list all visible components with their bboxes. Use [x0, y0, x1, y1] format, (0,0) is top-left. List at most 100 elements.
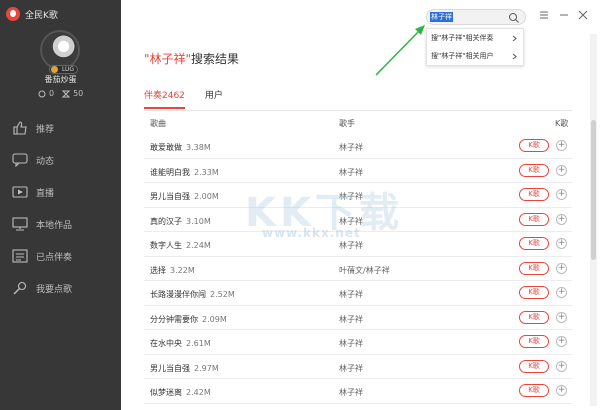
sidebar-item-request-song[interactable]: 我要点歌: [0, 272, 121, 304]
minimize-icon[interactable]: [558, 9, 570, 21]
result-tabs: 伴奏2462 用户: [144, 88, 223, 109]
sidebar-item-ordered[interactable]: 已点伴奏: [0, 240, 121, 272]
table-row[interactable]: 男儿当自强 2.97M 林子祥 K歌 +: [144, 355, 572, 379]
sidebar-item-label: 推荐: [36, 124, 55, 135]
song-title[interactable]: 谁能明白我 2.33M: [150, 167, 219, 178]
sidebar-item-label: 已点伴奏: [36, 252, 73, 263]
song-list: 敢爱敢做 3.38M 林子祥 K歌 + 谁能明白我 2.33M 林子祥 K歌 + 男儿当自强 2.00…: [144, 134, 572, 404]
song-title[interactable]: 敢爱敢做 3.38M: [150, 142, 211, 153]
close-icon[interactable]: [577, 9, 589, 21]
add-icon[interactable]: +: [556, 336, 567, 347]
sing-button[interactable]: K歌: [519, 359, 549, 373]
table-row[interactable]: 选择 3.22M 叶蒨文/林子祥 K歌 +: [144, 257, 572, 281]
singer-name[interactable]: 林子祥: [339, 167, 363, 178]
table-row[interactable]: 在水中央 2.61M 林子祥 K歌 +: [144, 330, 572, 355]
add-icon[interactable]: +: [556, 238, 567, 249]
sing-button[interactable]: K歌: [519, 384, 549, 397]
singer-name[interactable]: 林子祥: [339, 314, 363, 325]
sing-button[interactable]: K歌: [519, 237, 549, 250]
song-name: 敢爱敢做: [150, 143, 182, 152]
singer-name[interactable]: 叶蒨文/林子祥: [339, 265, 390, 276]
mic-icon: [13, 281, 27, 295]
suggest-accompaniment[interactable]: 搜"林子祥"相关伴奏: [427, 29, 523, 47]
song-title[interactable]: 似梦迷离 2.42M: [150, 387, 211, 398]
song-title[interactable]: 数字人生 2.24M: [150, 240, 211, 251]
sing-button[interactable]: K歌: [519, 188, 549, 201]
singer-name[interactable]: 林子祥: [339, 387, 363, 398]
stat-a[interactable]: 0: [38, 89, 54, 98]
watermark-url: www.kkx.net: [262, 226, 361, 240]
singer-name[interactable]: 林子祥: [339, 289, 363, 300]
tab-accompaniment[interactable]: 伴奏2462: [144, 88, 185, 109]
song-name: 真的汉子: [150, 216, 182, 226]
user-stats: 0 50: [38, 89, 83, 98]
song-title[interactable]: 男儿当自强 2.00M: [150, 191, 219, 202]
sidebar-item-label: 我要点歌: [36, 284, 73, 295]
stat-a-value: 0: [49, 89, 55, 98]
song-size: 3.10M: [186, 216, 211, 226]
scrollbar-thumb[interactable]: [591, 120, 596, 260]
table-row[interactable]: 分分钟需要你 2.09M 林子祥 K歌 +: [144, 306, 572, 330]
song-title[interactable]: 分分钟需要你 2.09M: [150, 314, 227, 325]
search-keyword: "林子祥": [144, 52, 192, 66]
singer-name[interactable]: 林子祥: [339, 338, 363, 349]
search-icon[interactable]: [508, 12, 520, 24]
add-icon[interactable]: +: [556, 311, 567, 323]
sidebar-item-live[interactable]: 直播: [0, 176, 121, 208]
song-title[interactable]: 男儿当自强 2.97M: [150, 363, 219, 374]
annotation-arrow-icon: [375, 25, 425, 76]
sing-button[interactable]: K歌: [519, 261, 549, 275]
song-name: 数字人生: [150, 241, 182, 250]
song-size: 2.33M: [194, 167, 219, 177]
add-icon[interactable]: +: [556, 213, 567, 225]
add-icon[interactable]: +: [556, 385, 567, 396]
song-title[interactable]: 真的汉子 3.10M: [150, 216, 211, 227]
sidebar-item-feed[interactable]: 动态: [0, 144, 121, 176]
col-song: 歌曲: [150, 119, 166, 128]
song-name: 在水中央: [150, 339, 182, 348]
song-name: 长路漫漫伴你闯: [150, 290, 206, 299]
sing-button[interactable]: K歌: [519, 212, 549, 226]
level-badge: LUG: [49, 65, 79, 74]
song-size: 2.24M: [186, 241, 211, 250]
song-title[interactable]: 在水中央 2.61M: [150, 338, 211, 349]
song-size: 2.00M: [194, 192, 219, 201]
add-icon[interactable]: +: [556, 140, 567, 151]
suggest-label: 搜"林子祥"相关用户: [431, 52, 494, 60]
sing-button[interactable]: K歌: [519, 310, 549, 324]
add-icon[interactable]: +: [556, 164, 567, 176]
sing-button[interactable]: K歌: [519, 335, 549, 348]
stat-b-value: 50: [73, 89, 84, 98]
search-input[interactable]: 林子祥: [430, 12, 453, 22]
song-title[interactable]: 长路漫漫伴你闯 2.52M: [150, 289, 235, 300]
stat-b[interactable]: 50: [62, 89, 83, 98]
sidebar-item-recommend[interactable]: 推荐: [0, 112, 121, 144]
circle-icon: [38, 90, 46, 97]
avatar[interactable]: [40, 30, 80, 70]
sing-button[interactable]: K歌: [519, 286, 549, 299]
add-icon[interactable]: +: [556, 262, 567, 274]
add-icon[interactable]: +: [556, 287, 567, 298]
song-name: 选择: [150, 265, 166, 275]
song-size: 2.09M: [202, 314, 227, 324]
monitor-icon: [12, 217, 28, 231]
suggest-users[interactable]: 搜"林子祥"相关用户: [427, 47, 523, 65]
song-title[interactable]: 选择 3.22M: [150, 265, 195, 276]
sidebar-item-label: 动态: [36, 156, 55, 167]
add-icon[interactable]: +: [556, 189, 567, 200]
sidebar-item-label: 直播: [36, 188, 55, 199]
add-icon[interactable]: +: [556, 360, 567, 372]
tab-users[interactable]: 用户: [205, 88, 223, 109]
search-box[interactable]: 林子祥: [426, 9, 526, 25]
singer-name[interactable]: 林子祥: [339, 142, 363, 153]
singer-name[interactable]: 林子祥: [339, 363, 363, 374]
sing-button[interactable]: K歌: [519, 163, 549, 177]
table-row[interactable]: 长路漫漫伴你闯 2.52M 林子祥 K歌 +: [144, 281, 572, 306]
menu-icon[interactable]: [538, 9, 550, 21]
table-row[interactable]: 敢爱敢做 3.38M 林子祥 K歌 +: [144, 134, 572, 159]
singer-name[interactable]: 林子祥: [339, 240, 363, 251]
sing-button[interactable]: K歌: [519, 139, 549, 152]
sidebar-item-local-works[interactable]: 本地作品: [0, 208, 121, 240]
username[interactable]: 番茄炒蛋: [0, 74, 121, 85]
table-row[interactable]: 似梦迷离 2.42M 林子祥 K歌 +: [144, 379, 572, 404]
